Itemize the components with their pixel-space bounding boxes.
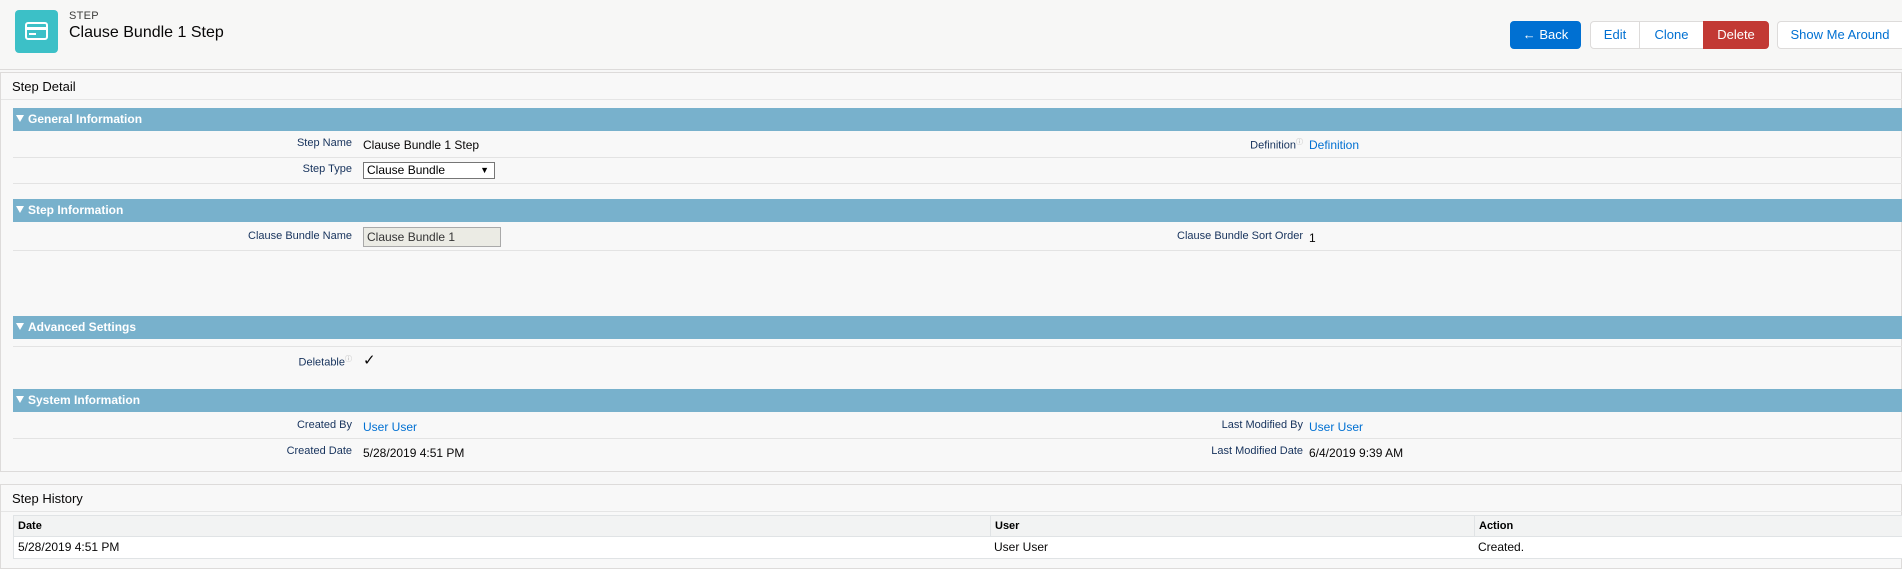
collapse-triangle-icon[interactable] bbox=[16, 115, 24, 122]
collapse-triangle-icon[interactable] bbox=[16, 323, 24, 330]
definition-link[interactable]: Definition bbox=[1309, 138, 1359, 152]
field-row-created-date: Created Date 5/28/2019 4:51 PM Last Modi… bbox=[13, 439, 1902, 465]
field-row-created-by: Created By User User Last Modified By Us… bbox=[13, 413, 1902, 439]
section-heading: Advanced Settings bbox=[28, 320, 137, 334]
last-modified-by-label: Last Modified By bbox=[1221, 419, 1303, 431]
help-icon[interactable]: ⓘ bbox=[1296, 139, 1303, 146]
edit-button[interactable]: Edit bbox=[1590, 21, 1640, 49]
page-header: Step Clause Bundle 1 Step ← Back Edit Cl… bbox=[0, 0, 1902, 70]
divider bbox=[1, 99, 1902, 100]
history-table-header: Date User Action bbox=[13, 515, 1902, 537]
step-history-title: Step History bbox=[12, 491, 83, 506]
section-heading: General Information bbox=[28, 112, 143, 126]
last-modified-date-label: Last Modified Date bbox=[1211, 445, 1303, 457]
created-date-value: 5/28/2019 4:51 PM bbox=[363, 446, 465, 460]
table-row: 5/28/2019 4:51 PM User User Created. bbox=[13, 537, 1902, 559]
section-system-information[interactable]: System Information bbox=[13, 389, 1902, 412]
deletable-checkmark-icon: ✓ bbox=[363, 352, 376, 369]
last-modified-date-value: 6/4/2019 9:39 AM bbox=[1309, 446, 1404, 460]
clause-bundle-sort-order-value: 1 bbox=[1309, 231, 1316, 245]
step-type-label: Step Type bbox=[302, 163, 352, 175]
last-modified-by-link[interactable]: User User bbox=[1309, 420, 1363, 434]
section-heading: System Information bbox=[28, 393, 141, 407]
step-name-value: Clause Bundle 1 Step bbox=[363, 138, 480, 152]
history-date: 5/28/2019 4:51 PM bbox=[18, 540, 120, 554]
history-action: Created. bbox=[1478, 540, 1525, 554]
created-date-label: Created Date bbox=[286, 445, 352, 457]
column-header-user[interactable]: User bbox=[990, 516, 1474, 536]
field-row-step-type: Step Type Clause Bundle ▼ bbox=[13, 158, 1902, 184]
step-type-selected: Clause Bundle bbox=[367, 163, 446, 177]
step-detail-title: Step Detail bbox=[12, 79, 76, 94]
definition-label: Definition bbox=[1250, 139, 1296, 152]
page-title: Clause Bundle 1 Step bbox=[69, 24, 224, 41]
step-detail-panel: Step Detail General Information Step Nam… bbox=[0, 72, 1902, 472]
back-button[interactable]: ← Back bbox=[1510, 21, 1581, 49]
step-type-select[interactable]: Clause Bundle ▼ bbox=[363, 162, 495, 179]
created-by-label: Created By bbox=[296, 419, 352, 431]
field-row-clause-bundle: Clause Bundle Name Clause Bundle 1 Claus… bbox=[13, 223, 1902, 251]
step-history-panel: Step History Date User Action 5/28/2019 … bbox=[0, 484, 1902, 569]
deletable-label: Deletable bbox=[298, 356, 345, 369]
step-name-label: Step Name bbox=[296, 137, 352, 149]
help-icon[interactable]: ⓘ bbox=[345, 356, 352, 363]
clause-bundle-sort-order-label: Clause Bundle Sort Order bbox=[1177, 230, 1303, 242]
clone-button[interactable]: Clone bbox=[1639, 21, 1704, 49]
divider bbox=[1, 511, 1902, 512]
clause-bundle-name-field[interactable]: Clause Bundle 1 bbox=[363, 227, 501, 247]
dropdown-arrow-icon: ▼ bbox=[480, 165, 489, 175]
section-step-information[interactable]: Step Information bbox=[13, 199, 1902, 222]
collapse-triangle-icon[interactable] bbox=[16, 396, 24, 403]
collapse-triangle-icon[interactable] bbox=[16, 206, 24, 213]
column-header-action[interactable]: Action bbox=[1474, 516, 1902, 536]
section-advanced-settings[interactable]: Advanced Settings bbox=[13, 316, 1902, 339]
card-icon bbox=[15, 10, 58, 53]
field-row-deletable: Deletableⓘ ✓ bbox=[13, 347, 1902, 374]
created-by-link[interactable]: User User bbox=[363, 420, 417, 434]
field-row-step-name: Step Name Clause Bundle 1 Step Definitio… bbox=[13, 132, 1902, 158]
history-user-link[interactable]: User User bbox=[990, 537, 1474, 558]
section-general-information[interactable]: General Information bbox=[13, 108, 1902, 131]
section-heading: Step Information bbox=[28, 203, 124, 217]
delete-button[interactable]: Delete bbox=[1703, 21, 1769, 49]
column-header-date[interactable]: Date bbox=[14, 516, 990, 536]
object-type-label: Step bbox=[69, 10, 99, 22]
clause-bundle-name-label: Clause Bundle Name bbox=[248, 230, 352, 242]
show-me-around-button[interactable]: Show Me Around bbox=[1777, 21, 1902, 49]
